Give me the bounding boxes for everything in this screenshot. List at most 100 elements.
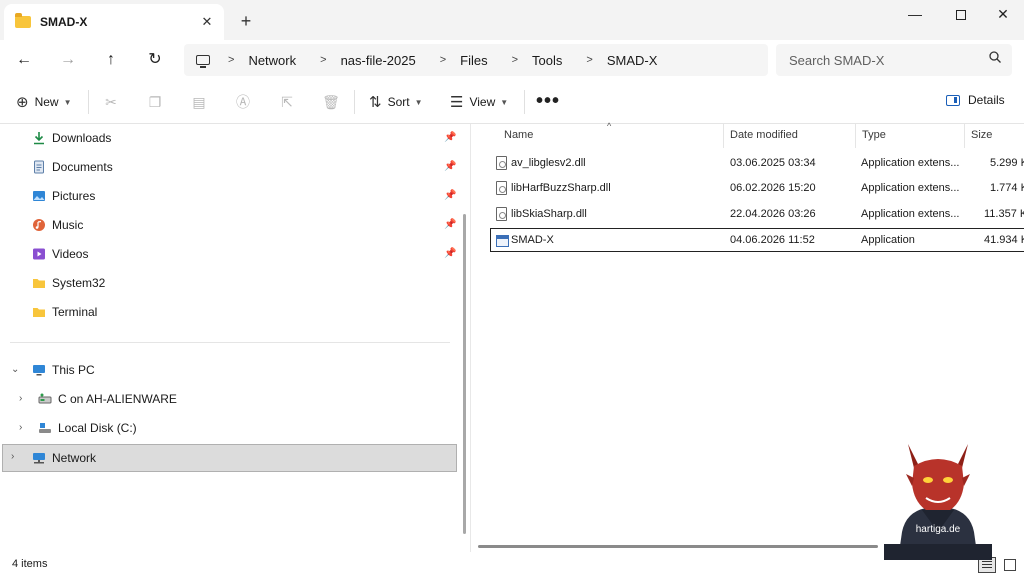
column-header-date[interactable]: Date modified: [724, 124, 798, 146]
file-name: SMAD-X: [511, 234, 554, 246]
table-row-selected[interactable]: SMAD-X 04.06.2026 11:52 Application 41.9…: [490, 228, 1024, 252]
new-button[interactable]: ⊕ New ▼: [16, 92, 72, 112]
sidebar-item-label: Terminal: [52, 305, 98, 319]
document-icon: [34, 160, 44, 174]
sidebar-item-local-disk[interactable]: Local Disk (C:): [38, 415, 137, 441]
breadcrumb-smad-x[interactable]: SMAD-X: [607, 53, 658, 68]
download-icon: [34, 132, 44, 145]
details-pane-button[interactable]: Details: [946, 93, 1005, 107]
details-label: Details: [968, 93, 1005, 107]
sidebar-item-label: Network: [52, 451, 97, 465]
close-tab-button[interactable]: ✕: [198, 13, 216, 31]
file-size: 5.299 K: [990, 157, 1024, 169]
share-icon[interactable]: ⇱: [278, 93, 296, 111]
view-button[interactable]: ☰ View ▼: [450, 92, 508, 112]
breadcrumb-separator-icon: >: [439, 54, 447, 66]
sort-button[interactable]: ⇅ Sort ▼: [369, 92, 423, 112]
local-disk-icon: [39, 423, 51, 433]
column-header-type[interactable]: Type: [856, 124, 886, 146]
watermark-text: hartiga.de: [916, 524, 961, 535]
sidebar-item-label: Documents: [52, 160, 113, 174]
sidebar-item-pictures[interactable]: Pictures: [32, 183, 95, 209]
new-tab-button[interactable]: +: [236, 11, 256, 31]
toolbar-divider: [354, 90, 355, 114]
sidebar-item-label: Local Disk (C:): [58, 421, 137, 435]
maximize-icon: [956, 10, 966, 21]
tiles-view-icon[interactable]: [1002, 557, 1020, 573]
minimize-button[interactable]: —: [892, 0, 938, 32]
table-row[interactable]: libHarfBuzzSharp.dll 06.02.2026 15:20 Ap…: [490, 176, 1024, 200]
pin-icon[interactable]: 📌: [444, 190, 456, 204]
file-size: 41.934 K: [984, 234, 1024, 246]
chevron-down-icon: ▼: [63, 97, 72, 107]
sidebar-item-network-drive[interactable]: C on AH-ALIENWARE: [38, 386, 177, 412]
folder-icon: [15, 13, 31, 28]
pin-icon[interactable]: 📌: [444, 219, 456, 233]
chevron-down-icon[interactable]: ⌄: [11, 364, 19, 375]
pin-icon[interactable]: 📌: [444, 161, 456, 175]
refresh-button[interactable]: ↻: [143, 48, 167, 72]
search-icon[interactable]: [988, 50, 1002, 64]
address-row: ← → ↑ ↻ > Network > nas-file-2025 > File…: [0, 40, 1024, 80]
sidebar-item-videos[interactable]: Videos: [32, 241, 88, 267]
search-input[interactable]: [776, 44, 1012, 76]
delete-icon[interactable]: 🗑: [322, 93, 340, 111]
pane-separator[interactable]: [470, 124, 471, 552]
pin-icon[interactable]: 📌: [444, 132, 456, 146]
breadcrumb-tools[interactable]: Tools: [532, 53, 562, 68]
chevron-right-icon[interactable]: ›: [19, 393, 22, 404]
up-button[interactable]: ↑: [99, 48, 123, 72]
file-date: 04.06.2026 11:52: [730, 234, 815, 246]
sidebar-item-downloads[interactable]: Downloads: [32, 125, 111, 151]
sidebar-item-this-pc[interactable]: This PC: [32, 357, 95, 383]
sidebar-item-documents[interactable]: Documents: [32, 154, 113, 180]
sidebar-item-network[interactable]: Network: [32, 445, 96, 471]
table-row[interactable]: libSkiaSharp.dll 22.04.2026 03:26 Applic…: [490, 202, 1024, 226]
address-bar[interactable]: > Network > nas-file-2025 > Files > Tool…: [184, 44, 768, 76]
more-options-button[interactable]: •••: [536, 90, 560, 113]
file-size: 11.357 K: [984, 208, 1024, 220]
tab-smad-x[interactable]: SMAD-X ✕: [4, 4, 224, 40]
chevron-right-icon[interactable]: ›: [11, 451, 14, 462]
cut-icon[interactable]: ✂: [102, 93, 120, 111]
breadcrumb-nas-file-2025[interactable]: nas-file-2025: [341, 53, 416, 68]
sidebar-item-label: Pictures: [52, 189, 96, 203]
breadcrumb-network[interactable]: Network: [248, 53, 296, 68]
breadcrumb-separator-icon: >: [320, 54, 327, 66]
breadcrumb-separator-icon: >: [228, 54, 235, 66]
rename-icon[interactable]: Ⓐ: [234, 93, 252, 111]
file-date: 06.02.2026 15:20: [730, 182, 816, 194]
file-type: Application extens...: [861, 157, 960, 169]
table-row[interactable]: av_libglesv2.dll 03.06.2025 03:34 Applic…: [490, 151, 1024, 175]
sidebar-item-system32[interactable]: System32: [32, 270, 105, 296]
file-type: Application extens...: [861, 182, 960, 194]
sidebar-item-terminal[interactable]: Terminal: [32, 299, 97, 325]
sort-label: Sort: [387, 95, 410, 109]
back-button[interactable]: ←: [12, 48, 36, 72]
column-header-name[interactable]: Name: [498, 124, 533, 146]
maximize-button[interactable]: [938, 0, 984, 32]
dll-file-icon: [496, 156, 507, 170]
chevron-right-icon[interactable]: ›: [19, 422, 22, 433]
sidebar-item-music[interactable]: Music: [32, 212, 83, 238]
application-icon: [496, 235, 509, 247]
nav-divider: [10, 342, 450, 343]
details-pane-icon: [946, 94, 960, 106]
computer-icon: [196, 55, 210, 68]
file-size: 1.774 K: [990, 182, 1024, 194]
horizontal-scrollbar[interactable]: [478, 545, 878, 548]
network-drive-icon: [38, 393, 52, 404]
pin-icon[interactable]: 📌: [444, 248, 456, 262]
computer-icon: [33, 365, 45, 376]
paste-icon[interactable]: ▤: [190, 93, 208, 111]
sidebar-item-label: Music: [52, 218, 84, 232]
forward-button[interactable]: →: [56, 48, 80, 72]
file-name: libHarfBuzzSharp.dll: [511, 182, 611, 194]
close-window-button[interactable]: ✕: [980, 0, 1024, 32]
column-header-size[interactable]: Size: [965, 124, 992, 146]
copy-icon[interactable]: ❐: [146, 93, 164, 111]
folder-icon: [33, 279, 45, 288]
picture-icon: [33, 191, 45, 201]
breadcrumb-files[interactable]: Files: [460, 53, 487, 68]
navigation-scrollbar[interactable]: [463, 214, 466, 534]
